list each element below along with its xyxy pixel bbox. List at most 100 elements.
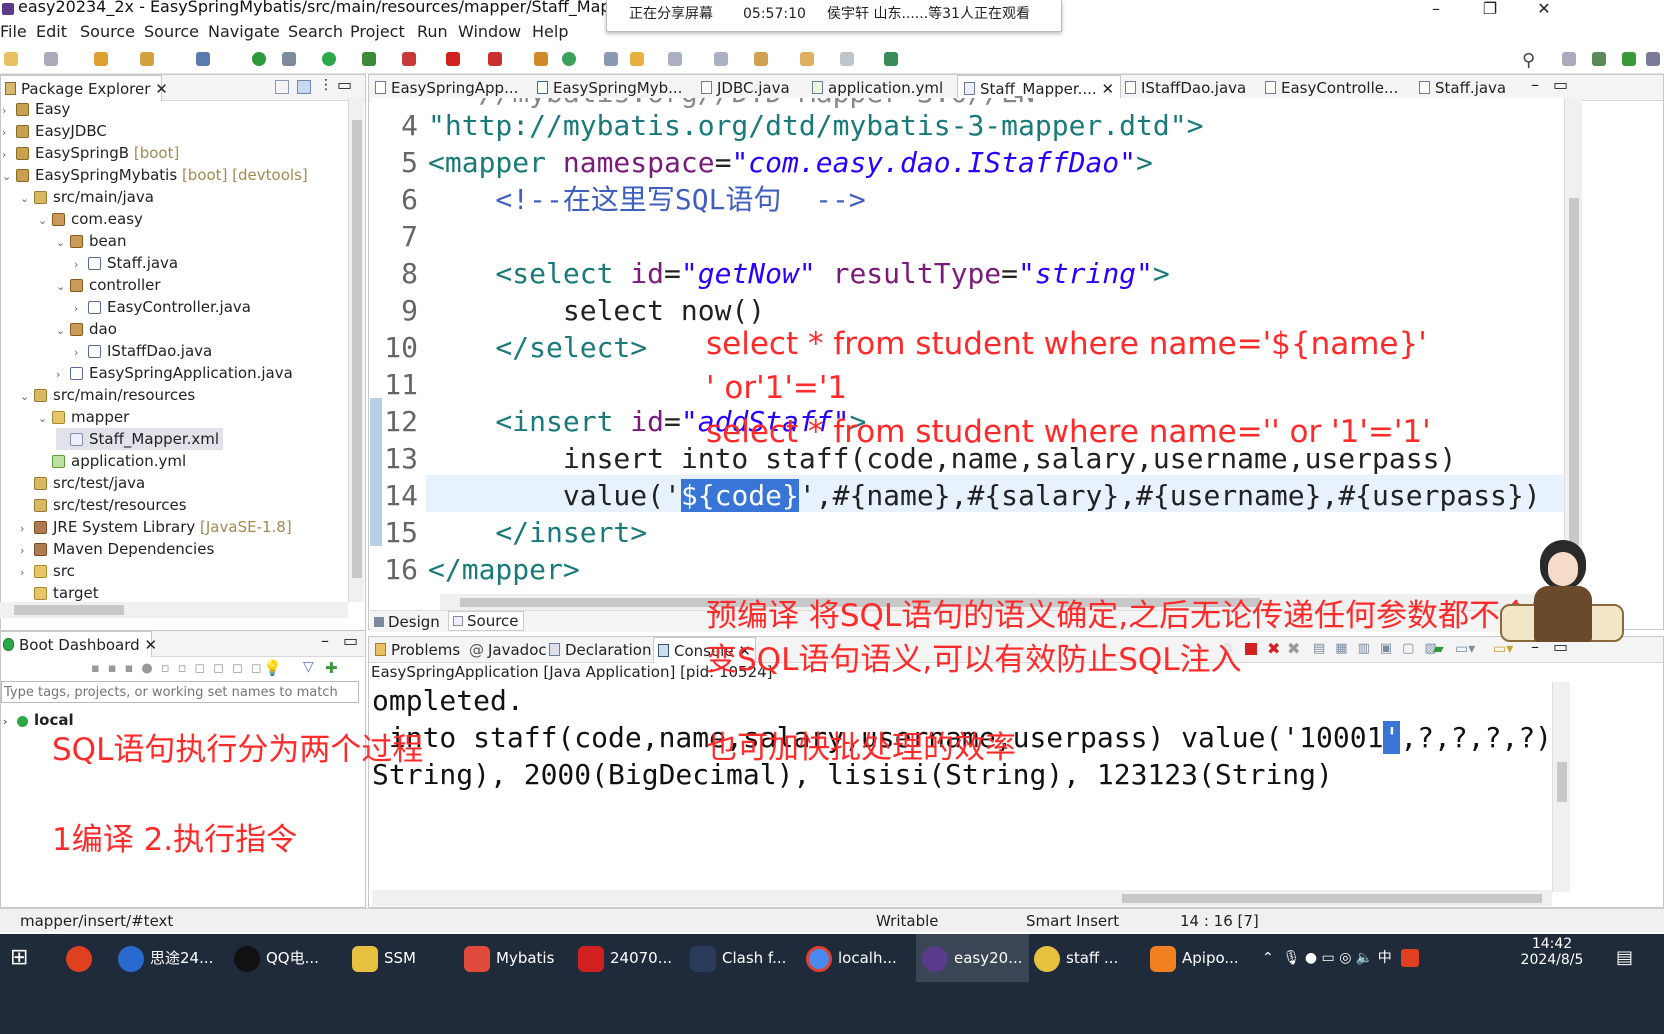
save-icon[interactable] (44, 52, 58, 66)
taskbar-eclipse[interactable]: easy20... (916, 934, 1029, 982)
lightbulb-icon[interactable]: 💡 (263, 659, 282, 677)
explorer-vscrollbar[interactable] (348, 98, 364, 602)
remove-launch-icon[interactable]: ✖ (1267, 639, 1280, 658)
add-icon[interactable]: ✚ (325, 659, 338, 677)
search-tool-icon[interactable] (630, 52, 644, 66)
stop-icon[interactable] (446, 52, 460, 66)
remove-all-icon[interactable]: ✖ (1287, 639, 1300, 658)
view-menu-icon[interactable]: ⋮ (319, 77, 333, 93)
prev-annotation-icon[interactable] (714, 52, 728, 66)
new-icon[interactable] (4, 52, 18, 66)
notification-icon[interactable]: ▤ (1616, 934, 1633, 982)
taskbar-browser[interactable] (66, 934, 98, 982)
taskbar-mybatis[interactable]: Mybatis (464, 934, 554, 982)
tree-item-src[interactable]: › src (20, 560, 75, 582)
tree-item-staff-mapper-xml[interactable]: Staff_Mapper.xml (56, 428, 224, 450)
open-type-icon[interactable] (604, 52, 618, 66)
minimize-editor-icon[interactable]: – (1531, 75, 1539, 94)
tree-item-src-main-java[interactable]: ⌄ src/main/java (20, 186, 154, 208)
tree-item-maven-dependencies[interactable]: › Maven Dependencies (20, 538, 214, 560)
tree-item-com-easy[interactable]: ⌄ com.easy (38, 208, 143, 230)
dashboard-actions-icon[interactable]: ▪▪▪●▫▫◻◻◻◻ (91, 661, 391, 677)
forward-icon[interactable] (840, 52, 854, 66)
menu-window[interactable]: Window (458, 22, 521, 41)
tree-item-bean[interactable]: ⌄ bean (56, 230, 126, 252)
menu-run[interactable]: Run (417, 22, 448, 41)
menu-project[interactable]: Project (350, 22, 405, 41)
tree-item-mapper[interactable]: ⌄ mapper (38, 406, 129, 428)
menu-search[interactable]: Search (288, 22, 343, 41)
new-class-icon[interactable] (534, 52, 548, 66)
explorer-hscrollbar[interactable] (0, 602, 348, 618)
tab-source[interactable]: Source (448, 611, 524, 631)
menu-navigate[interactable]: Navigate (208, 22, 280, 41)
menu-file[interactable]: File (0, 22, 27, 41)
collapse-all-icon[interactable] (275, 80, 289, 94)
terminate-icon[interactable] (1245, 643, 1257, 655)
maximize-editor-icon[interactable]: ▭ (1553, 75, 1568, 94)
coverage-icon[interactable] (362, 52, 376, 66)
taskbar-staff[interactable]: staff ... (1034, 934, 1118, 982)
taskbar-wps[interactable]: 24070... (578, 934, 672, 982)
last-edit-icon[interactable] (754, 52, 768, 66)
tree-item-easyspringapplication-java[interactable]: › EasySpringApplication.java (56, 362, 293, 384)
tree-item-dao[interactable]: ⌄ dao (56, 318, 117, 340)
console-hscrollbar[interactable] (372, 890, 1552, 906)
menu-edit[interactable]: Edit (36, 22, 67, 41)
new-package-icon[interactable] (562, 52, 576, 66)
pin-editor-icon[interactable] (884, 52, 898, 66)
close-icon[interactable]: ✕ (155, 80, 168, 98)
filter-icon[interactable]: ▽ (303, 659, 314, 675)
close-icon[interactable]: ✕ (1101, 80, 1114, 98)
spring-boot-icon[interactable] (252, 52, 266, 66)
tree-item-easyjdbc[interactable]: › EasyJDBC (2, 120, 107, 142)
tab-design[interactable]: Design (374, 613, 440, 631)
tree-item-easy[interactable]: › Easy (2, 98, 70, 120)
console-output[interactable]: ompleted. into staff(code,name,salary,us… (372, 682, 1552, 892)
start-button[interactable]: ⊞ (10, 934, 28, 982)
spring-perspective-icon[interactable] (1622, 52, 1636, 66)
run-icon[interactable] (322, 52, 336, 66)
taskbar-chrome[interactable]: localh... (806, 934, 897, 982)
tree-item-staff-java[interactable]: › Staff.java (74, 252, 178, 274)
minimize-view-icon[interactable]: ▭ (337, 75, 352, 94)
perspective-icon[interactable] (1562, 52, 1576, 66)
tray-icons[interactable]: ⌃ 🎙 ● ▭ ◎ 🔈 中 (1262, 934, 1419, 982)
close-icon[interactable]: ✕ (144, 636, 157, 654)
taskbar-ssm[interactable]: SSM (352, 934, 416, 982)
console-vscrollbar[interactable] (1552, 682, 1570, 892)
external-tools-icon[interactable] (402, 52, 416, 66)
tree-item-src-test-resources[interactable]: src/test/resources (20, 494, 187, 516)
link-editor-icon[interactable] (297, 80, 311, 94)
tree-item-istaffdao-java[interactable]: › IStaffDao.java (74, 340, 212, 362)
menu-source-2[interactable]: Source (144, 22, 199, 41)
tab-boot-dashboard[interactable]: Boot Dashboard ✕ (0, 631, 157, 657)
taskbar-qq[interactable]: QQ电... (234, 934, 319, 982)
tree-item-application-yml[interactable]: application.yml (38, 450, 186, 472)
display-console-icon[interactable]: ▭▾ (1455, 641, 1475, 657)
tree-item-src-test-java[interactable]: src/test/java (20, 472, 145, 494)
tab-declaration[interactable]: Declaration (549, 637, 651, 663)
editor-vscrollbar[interactable] (1564, 98, 1582, 594)
server-icon[interactable] (488, 52, 502, 66)
tree-item-jre-system-library[interactable]: › JRE System Library [JavaSE-1.8] (20, 516, 292, 538)
menu-help[interactable]: Help (532, 22, 568, 41)
taskbar-clash[interactable]: Clash f... (690, 934, 786, 982)
menu-source[interactable]: Source (80, 22, 135, 41)
clock[interactable]: 14:42 2024/8/5 (1512, 936, 1592, 968)
tab-problems[interactable]: Problems (375, 637, 460, 663)
tree-item-src-main-resources[interactable]: ⌄ src/main/resources (20, 384, 195, 406)
console-toolbar-icons[interactable]: ▤▦▥▣▢▧ (1313, 641, 1447, 656)
build-icon[interactable] (140, 52, 154, 66)
back-icon[interactable] (800, 52, 814, 66)
search-icon[interactable]: ⚲ (1522, 50, 1535, 71)
tab-javadoc[interactable]: @ Javadoc (469, 637, 547, 663)
java-perspective-icon[interactable] (1592, 52, 1606, 66)
minimize-view-icon[interactable]: – (321, 631, 329, 650)
debug-perspective-icon[interactable] (1646, 52, 1660, 66)
scrollbar-thumb[interactable] (1569, 198, 1579, 558)
next-annotation-icon[interactable] (668, 52, 682, 66)
scrollbar-thumb[interactable] (1122, 894, 1542, 903)
tree-item-easyspringb[interactable]: › EasySpringB [boot] (2, 142, 179, 164)
debug-icon[interactable] (282, 52, 296, 66)
